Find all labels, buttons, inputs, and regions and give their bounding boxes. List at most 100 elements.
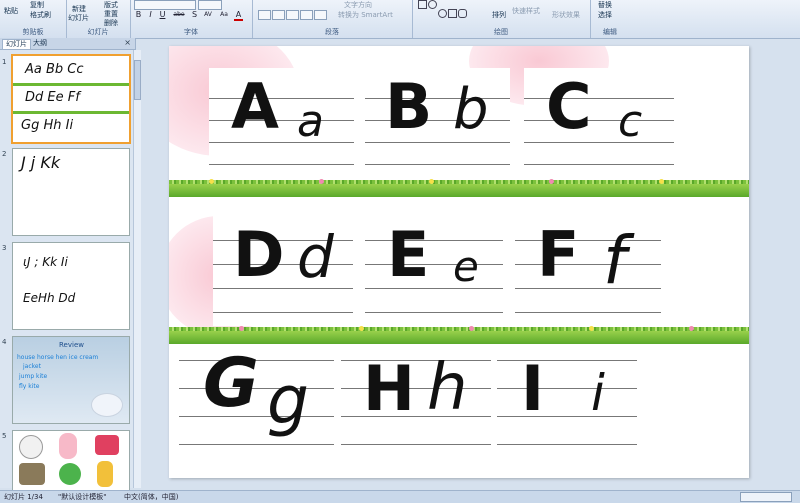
slides-pane: 幻灯片 大纲 × 1 Aa Bb Cc Dd Ee Ff Gg Hh Ii 2 … xyxy=(0,38,136,492)
new-slide-button-label[interactable]: 幻灯片 xyxy=(68,13,89,23)
thumb-text: J j Kk xyxy=(21,153,61,172)
uppercase-letter: D xyxy=(233,218,285,291)
close-icon[interactable]: × xyxy=(124,38,131,47)
convert-smartart-button[interactable]: 转换为 SmartArt xyxy=(338,10,393,20)
uppercase-letter: I xyxy=(521,352,545,425)
grass-border xyxy=(169,179,749,197)
slide-thumbnail-4[interactable]: Review house horse hen ice cream jacket … xyxy=(12,336,130,424)
letter-card: H h xyxy=(341,348,491,466)
giraffe-image xyxy=(97,461,113,487)
shape-effects-button[interactable]: 形状效果 xyxy=(552,10,580,20)
slide-number: 3 xyxy=(2,244,7,252)
letter-card: D d xyxy=(213,216,353,326)
uppercase-letter: C xyxy=(546,70,592,143)
justify-icon[interactable] xyxy=(300,10,313,20)
drawing-label: 绘图 xyxy=(494,28,508,36)
align-left-icon[interactable] xyxy=(258,10,271,20)
lowercase-letter: i xyxy=(591,364,605,422)
slide-number: 1 xyxy=(2,58,7,66)
lowercase-letter: g xyxy=(267,362,309,439)
drawing-group: 排列 快速样式 形状效果 绘图 xyxy=(412,0,591,38)
pane-scrollbar[interactable] xyxy=(133,50,141,488)
thumb-text: Dd Ee Ff xyxy=(25,90,80,105)
align-center-icon[interactable] xyxy=(272,10,285,20)
strikethrough-button[interactable]: abe xyxy=(172,10,186,19)
italic-button[interactable]: I xyxy=(146,10,155,19)
slide-number: 2 xyxy=(2,150,7,158)
tab-outline[interactable]: 大纲 xyxy=(30,39,50,48)
lowercase-letter: f xyxy=(603,222,627,299)
rectangle-shape-icon[interactable] xyxy=(418,0,427,9)
editing-group: 替换 选择 编辑 xyxy=(590,0,630,38)
arrange-button[interactable]: 排列 xyxy=(492,10,506,20)
square-shape-icon[interactable] xyxy=(448,9,457,18)
change-case-button[interactable]: Aa xyxy=(218,10,230,19)
thumb-text: Gg Hh Ii xyxy=(21,118,74,133)
font-family-select[interactable] xyxy=(134,0,196,10)
uppercase-letter: F xyxy=(537,218,580,291)
paste-button[interactable]: 粘贴 xyxy=(4,6,18,16)
lowercase-letter: a xyxy=(297,96,324,147)
lowercase-letter: c xyxy=(618,96,643,147)
font-color-button[interactable]: A xyxy=(234,10,243,21)
thumb-text: ιJ ; Kk Ii xyxy=(23,255,68,269)
font-size-select[interactable] xyxy=(198,0,222,10)
text-direction-button[interactable]: 文字方向 xyxy=(344,0,372,10)
review-words: fly kite xyxy=(19,383,40,390)
slide-counter: 幻灯片 1/34 xyxy=(4,493,43,501)
clipboard-group: 粘贴 复制 格式刷 剪贴板 xyxy=(0,0,67,38)
format-painter-button[interactable]: 格式刷 xyxy=(30,10,51,20)
underline-button[interactable]: U xyxy=(158,10,167,19)
letter-card: I i xyxy=(497,348,637,466)
slides-group: 新建 幻灯片 版式 重置 删除 幻灯片 xyxy=(66,0,131,38)
letter-card: E e xyxy=(365,216,503,326)
view-buttons[interactable] xyxy=(740,492,792,502)
scrollbar-thumb[interactable] xyxy=(134,60,141,100)
quick-styles-button[interactable]: 快速样式 xyxy=(512,6,540,16)
language: 中文(简体，中国) xyxy=(124,493,179,501)
font-label: 字体 xyxy=(184,28,198,36)
lowercase-letter: h xyxy=(427,351,468,425)
slide-thumbnail-3[interactable]: ιJ ; Kk Ii EeHh Dd xyxy=(12,242,130,330)
bird-image xyxy=(19,463,45,485)
review-words: house horse hen ice cream xyxy=(17,354,99,361)
slide-thumbnail-2[interactable]: J j Kk xyxy=(12,148,130,236)
clipboard-label: 剪贴板 xyxy=(22,28,44,36)
letter-card: C c xyxy=(524,68,674,168)
paragraph-group: 文字方向 转换为 SmartArt 段落 xyxy=(252,0,413,38)
char-spacing-button[interactable]: AV xyxy=(202,10,214,19)
letter-card: F f xyxy=(515,216,661,326)
review-words: jacket xyxy=(23,363,41,370)
paragraph-label: 段落 xyxy=(325,28,339,36)
slide-thumbnail-1[interactable]: Aa Bb Cc Dd Ee Ff Gg Hh Ii xyxy=(11,54,131,144)
slide-number: 5 xyxy=(2,432,7,440)
columns-icon[interactable] xyxy=(314,10,327,20)
rounded-rect-shape-icon[interactable] xyxy=(458,9,467,18)
slide-canvas[interactable]: A a B b C c D d E e F f G g H h I i xyxy=(169,46,749,478)
slide-thumbnail-5[interactable] xyxy=(12,430,130,492)
status-bar: 幻灯片 1/34 "默认设计模板" 中文(简体，中国) xyxy=(0,490,800,503)
replace-button[interactable]: 替换 xyxy=(598,0,612,10)
grass-border xyxy=(169,326,749,344)
oval-shape-icon[interactable] xyxy=(428,0,437,9)
slide-number: 4 xyxy=(2,338,7,346)
girl-image xyxy=(59,433,77,459)
letter-card: B b xyxy=(365,68,510,168)
frog-image xyxy=(59,463,81,485)
tab-slides[interactable]: 幻灯片 xyxy=(2,39,31,49)
shadow-button[interactable]: S xyxy=(190,10,199,19)
align-right-icon[interactable] xyxy=(286,10,299,20)
duck-image xyxy=(19,435,43,459)
uppercase-letter: H xyxy=(363,352,415,425)
review-words: jump kite xyxy=(19,373,48,380)
grass-strip xyxy=(13,83,129,86)
lowercase-letter: d xyxy=(297,223,334,291)
bold-button[interactable]: B xyxy=(134,10,143,19)
review-title: Review xyxy=(59,341,84,349)
copy-button[interactable]: 复制 xyxy=(30,0,44,10)
select-button[interactable]: 选择 xyxy=(598,10,612,20)
pane-tabs: 幻灯片 大纲 × xyxy=(0,38,135,50)
uppercase-letter: E xyxy=(387,218,430,291)
circle-shape-icon[interactable] xyxy=(438,9,447,18)
editing-label: 编辑 xyxy=(603,28,617,36)
